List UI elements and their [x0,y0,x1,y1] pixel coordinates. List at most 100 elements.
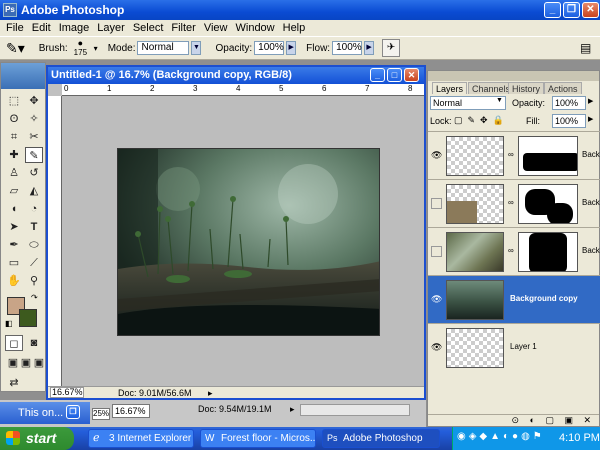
mode-dropdown-arrow-icon[interactable]: ▼ [191,41,202,55]
eye-visibility-icon[interactable]: 👁 [431,294,442,305]
layer-row[interactable]: ∞ Back [428,179,600,227]
tray-icons[interactable]: ◉◈◆▲◐●◍⚑ [457,431,545,442]
visibility-toggle-box[interactable] [431,246,442,257]
menu-edit[interactable]: Edit [28,22,55,34]
opacity-input[interactable]: 100% [254,41,285,55]
paint-bucket-tool-icon[interactable]: ◭ [25,183,43,199]
taskbar-internet-explorer[interactable]: ℯ 3 Internet Explorer [88,429,194,448]
layer-mask-thumbnail[interactable] [518,136,578,176]
brush-dropdown-arrow-icon[interactable]: ▾ [94,44,98,53]
notes-tool-icon[interactable]: ▭ [5,255,23,271]
marquee-tool-icon[interactable]: ⬚ [5,93,23,109]
opacity-slider-arrow-icon[interactable]: ▶ [286,41,297,55]
brush-tool-icon[interactable]: ✎ [25,147,43,163]
status-menu-arrow-icon[interactable]: ▸ [208,387,213,399]
chain-link-icon[interactable]: ∞ [508,198,514,207]
layer-row[interactable]: 👁 Layer 1 [428,323,600,371]
fill-arrow-icon[interactable]: ▶ [588,115,593,123]
blur-tool-icon[interactable]: ◖ [5,201,23,217]
menu-filter[interactable]: Filter [167,22,199,34]
layer-row[interactable]: 👁 ∞ Back [428,131,600,179]
layer-row[interactable]: ∞ Back [428,227,600,275]
taskbar-word-document[interactable]: W Forest floor - Micros... [200,429,316,448]
flow-slider-arrow-icon[interactable]: ▶ [364,41,375,55]
jump-to-imageready-icon[interactable]: ⇄ [5,375,23,391]
chain-link-icon[interactable]: ∞ [508,246,514,255]
second-zoom-field-2[interactable]: 16.67% [112,404,150,418]
lasso-tool-icon[interactable]: ʘ [5,111,23,127]
eyedropper-tool-icon[interactable]: ⟋ [25,255,43,271]
blend-mode-select[interactable]: Normal [430,96,506,110]
tab-layers[interactable]: Layers [432,82,468,94]
clone-stamp-tool-icon[interactable]: ♙ [5,165,23,181]
doc-close-button[interactable]: ✕ [404,68,419,82]
layer-mask-thumbnail[interactable] [518,232,578,272]
menu-select[interactable]: Select [129,22,168,34]
menu-help[interactable]: Help [279,22,310,34]
healing-brush-tool-icon[interactable]: ✚ [5,147,23,163]
chain-link-icon[interactable]: ∞ [508,150,514,159]
tab-history[interactable]: History [508,82,545,94]
palette-footer-buttons[interactable]: ⊙ ◐ ▢ ▣ ✕ [428,414,599,426]
pen-tool-icon[interactable]: ✒ [5,237,23,253]
tab-actions[interactable]: Actions [544,82,582,94]
layer-row-selected[interactable]: 👁 Background copy [428,275,600,323]
minimize-button[interactable]: _ [544,2,561,18]
taskbar-photoshop[interactable]: Ps Adobe Photoshop [322,429,440,448]
flow-label: Flow: [306,42,331,54]
swap-colors-icon[interactable]: ↷ [31,293,38,302]
adobe-feather-icon[interactable] [1,63,45,89]
menu-view[interactable]: View [200,22,232,34]
layer-mask-thumbnail[interactable] [518,184,578,224]
restore-button[interactable]: ❐ [563,2,580,18]
document-title-bar[interactable]: Untitled-1 @ 16.7% (Background copy, RGB… [48,67,424,84]
blend-mode-arrow-icon[interactable]: ▼ [496,97,503,104]
flow-input[interactable]: 100% [332,41,363,55]
taskbar-item-label: Adobe Photoshop [343,433,423,444]
zoom-tool-icon[interactable]: ⚲ [25,273,43,289]
airbrush-icon[interactable]: ✈ [382,39,401,57]
palette-title-bar[interactable] [428,71,599,81]
forest-floor-photo[interactable] [117,148,380,336]
background-color-swatch[interactable] [19,309,37,327]
quick-mask-icon[interactable]: ◙ [25,335,43,351]
dodge-tool-icon[interactable]: ◔ [25,201,43,217]
menu-layer[interactable]: Layer [93,22,129,34]
doc-maximize-button[interactable]: □ [387,68,402,82]
menu-window[interactable]: Window [232,22,279,34]
eye-visibility-icon[interactable]: 👁 [431,342,442,353]
path-selection-tool-icon[interactable]: ➤ [5,219,23,235]
slice-tool-icon[interactable]: ✂ [25,129,43,145]
canvas-area[interactable] [62,96,424,386]
hand-tool-icon[interactable]: ✋ [5,273,23,289]
second-status-arrow-icon[interactable]: ▸ [290,404,295,415]
layer-opacity-input[interactable]: 100% [552,96,586,110]
brush-picker[interactable]: ● 175 [72,38,94,58]
menu-image[interactable]: Image [55,22,94,34]
default-colors-icon[interactable]: ◧ [5,319,13,328]
eye-visibility-icon[interactable]: 👁 [431,150,442,161]
menu-file[interactable]: File [2,22,28,34]
second-zoom-field[interactable]: 25% [92,408,110,420]
standard-mode-icon[interactable]: ◻ [5,335,23,351]
move-tool-icon[interactable]: ✥ [25,93,43,109]
close-button[interactable]: ✕ [582,2,599,18]
eraser-tool-icon[interactable]: ▱ [5,183,23,199]
magic-wand-tool-icon[interactable]: ✧ [25,111,43,127]
shape-tool-icon[interactable]: ⬭ [25,237,43,253]
brush-tool-preset-icon[interactable]: ✎▾ [6,40,25,57]
zoom-field[interactable]: 16.67% [50,387,84,398]
doc-minimize-button[interactable]: _ [370,68,385,82]
lock-icons[interactable]: ▢✎✥🔒 [454,115,509,126]
history-brush-tool-icon[interactable]: ↺ [25,165,43,181]
start-button[interactable]: start [0,427,74,450]
crop-tool-icon[interactable]: ⌗ [5,129,23,145]
palette-well-icon[interactable]: ▤ [580,41,591,55]
fill-input[interactable]: 100% [552,114,586,128]
layer-opacity-arrow-icon[interactable]: ▶ [588,97,593,105]
mode-select[interactable]: Normal [137,41,190,55]
minimized-restore-button[interactable]: ❐ [66,405,80,419]
visibility-toggle-box[interactable] [431,198,442,209]
type-tool-icon[interactable]: T [25,219,43,235]
horizontal-scrollbar[interactable] [300,404,410,416]
